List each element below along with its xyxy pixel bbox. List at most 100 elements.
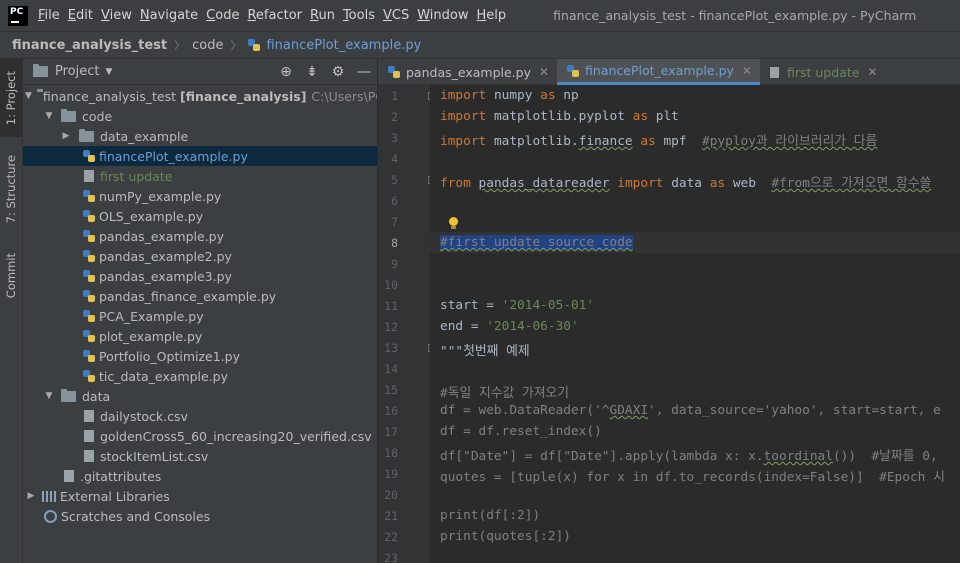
code-line-3: import matplotlib.finance as mpf #pyploy… xyxy=(440,134,878,149)
tree-file[interactable]: pandas_example2.py xyxy=(23,246,377,266)
editor-gutter[interactable]: 1 2 3 4 5 6 7 8 9 10 11 12 13 14 15 16 1… xyxy=(378,85,436,563)
menu-code[interactable]: Code xyxy=(206,8,245,23)
minimize-icon[interactable]: — xyxy=(351,64,377,80)
locate-target-icon[interactable]: ⊕ xyxy=(273,64,299,80)
expand-arrow-icon[interactable]: ▼ xyxy=(43,111,55,121)
breadcrumb-folder[interactable]: code xyxy=(192,38,223,53)
menu-run[interactable]: Run xyxy=(310,8,341,23)
expand-arrow-icon[interactable]: ▼ xyxy=(25,91,32,101)
tree-file[interactable]: .gitattributes xyxy=(23,466,377,486)
tab-financeplot-example[interactable]: financePlot_example.py ✕ xyxy=(557,59,760,85)
line-number: 22 xyxy=(384,530,398,544)
tree-file[interactable]: plot_example.py xyxy=(23,326,377,346)
selected-text: #first update source code xyxy=(440,235,633,250)
python-file-icon xyxy=(248,39,261,51)
tree-file[interactable]: goldenCross5_60_increasing20_verified.cs… xyxy=(23,426,377,446)
folder-icon xyxy=(61,108,76,122)
tab-pandas-example[interactable]: pandas_example.py ✕ xyxy=(378,59,557,85)
tree-file[interactable]: pandas_finance_example.py xyxy=(23,286,377,306)
text-file-icon xyxy=(84,170,94,182)
line-number: 4 xyxy=(391,152,398,166)
collapse-arrow-icon[interactable]: ▶ xyxy=(25,491,37,501)
structure-tool-tab[interactable]: 7: Structure xyxy=(0,149,22,229)
close-icon[interactable]: ✕ xyxy=(742,64,752,78)
tree-file[interactable]: dailystock.csv xyxy=(23,406,377,426)
line-number: 20 xyxy=(384,488,398,502)
tree-label: first update xyxy=(100,168,173,184)
menu-view[interactable]: View xyxy=(101,8,138,23)
tree-folder-data[interactable]: ▼ data xyxy=(23,386,377,406)
collapse-all-icon[interactable]: ⇟ xyxy=(299,64,325,80)
tree-file-financeplot[interactable]: financePlot_example.py xyxy=(23,146,377,166)
tree-file[interactable]: OLS_example.py xyxy=(23,206,377,226)
project-tool-tab[interactable]: 1: Project xyxy=(0,59,22,137)
text-file-icon xyxy=(769,66,779,78)
menu-window[interactable]: Window xyxy=(417,8,474,23)
menu-navigate[interactable]: Navigate xyxy=(140,8,204,23)
tree-label: .gitattributes xyxy=(80,468,162,484)
line-number: 7 xyxy=(391,215,398,229)
python-file-icon xyxy=(83,250,95,262)
tree-file[interactable]: stockItemList.csv xyxy=(23,446,377,466)
tree-file-first-update[interactable]: first update xyxy=(23,166,377,186)
tree-label: OLS_example.py xyxy=(99,208,204,224)
menu-refactor[interactable]: Refactor xyxy=(247,8,308,23)
tree-label: code xyxy=(82,108,113,124)
close-icon[interactable]: ✕ xyxy=(867,65,877,79)
tree-folder-code[interactable]: ▼ code xyxy=(23,106,377,126)
project-view-selector[interactable]: Project xyxy=(55,64,99,79)
chevron-down-icon[interactable]: ▼ xyxy=(105,67,112,77)
tab-first-update[interactable]: first update ✕ xyxy=(760,59,886,85)
project-tool-tab-label: 1: Project xyxy=(4,70,18,126)
gear-icon[interactable]: ⚙ xyxy=(325,64,351,80)
tree-label: pandas_example2.py xyxy=(99,248,232,264)
project-folder-icon xyxy=(33,64,48,77)
tree-label: External Libraries xyxy=(60,488,170,504)
tree-external-libraries[interactable]: ▶ External Libraries xyxy=(23,486,377,506)
code-line-13: """첫번째 예제 xyxy=(440,344,530,359)
csv-file-icon xyxy=(84,430,94,442)
commit-tool-tab[interactable]: Commit xyxy=(0,245,22,307)
tree-file[interactable]: Portfolio_Optimize1.py xyxy=(23,346,377,366)
csv-file-icon xyxy=(84,450,94,462)
tree-file[interactable]: tic_data_example.py xyxy=(23,366,377,386)
breadcrumb-separator-icon: 〉 xyxy=(174,39,186,52)
intention-bulb-icon[interactable] xyxy=(448,217,458,229)
tree-label: pandas_example3.py xyxy=(99,268,232,284)
tree-file[interactable]: numPy_example.py xyxy=(23,186,377,206)
tree-scratches[interactable]: Scratches and Consoles xyxy=(23,506,377,526)
root-path: C:\Users\PC-02\ xyxy=(311,88,377,104)
tree-file[interactable]: pandas_example.py xyxy=(23,226,377,246)
menu-help[interactable]: Help xyxy=(477,8,513,23)
line-number: 1 xyxy=(391,89,398,103)
tree-folder-data-example[interactable]: ▶ data_example xyxy=(23,126,377,146)
close-icon[interactable]: ✕ xyxy=(539,65,549,79)
line-number: 16 xyxy=(384,404,398,418)
menu-file[interactable]: File xyxy=(38,8,66,23)
structure-tool-tab-label: 7: Structure xyxy=(4,154,18,224)
breadcrumb-separator-icon: 〉 xyxy=(230,39,242,52)
python-file-icon xyxy=(83,350,95,362)
tool-window-strip: 1: Project 7: Structure Commit xyxy=(0,59,23,563)
line-number: 23 xyxy=(384,551,398,563)
menu-vcs[interactable]: VCS xyxy=(383,8,415,23)
line-number: 19 xyxy=(384,467,398,481)
tree-file[interactable]: pandas_example3.py xyxy=(23,266,377,286)
tree-label: numPy_example.py xyxy=(99,188,222,204)
code-line-5: from pandas_datareader import data as we… xyxy=(440,176,932,191)
root-module: [finance_analysis] xyxy=(179,88,307,104)
code-editor[interactable]: import numpy as np import matplotlib.pyp… xyxy=(430,85,960,563)
collapse-arrow-icon[interactable]: ▶ xyxy=(60,131,72,141)
expand-arrow-icon[interactable]: ▼ xyxy=(43,391,55,401)
project-panel: Project ▼ ⊕ ⇟ ⚙ — ▼ finance_analysis_tes… xyxy=(23,59,378,563)
python-file-icon xyxy=(83,150,95,162)
tree-file[interactable]: PCA_Example.py xyxy=(23,306,377,326)
tree-root[interactable]: ▼ finance_analysis_test [finance_analysi… xyxy=(23,86,377,106)
breadcrumb-project[interactable]: finance_analysis_test xyxy=(12,38,167,53)
menu-tools[interactable]: Tools xyxy=(343,8,381,23)
breadcrumb-file[interactable]: financePlot_example.py xyxy=(248,38,421,53)
code-line-22: print(quotes[:2]) xyxy=(440,529,571,544)
menu-edit[interactable]: Edit xyxy=(68,8,99,23)
folder-icon xyxy=(79,128,94,142)
code-line-15: #독일 지수값 가져오기 xyxy=(440,386,570,401)
